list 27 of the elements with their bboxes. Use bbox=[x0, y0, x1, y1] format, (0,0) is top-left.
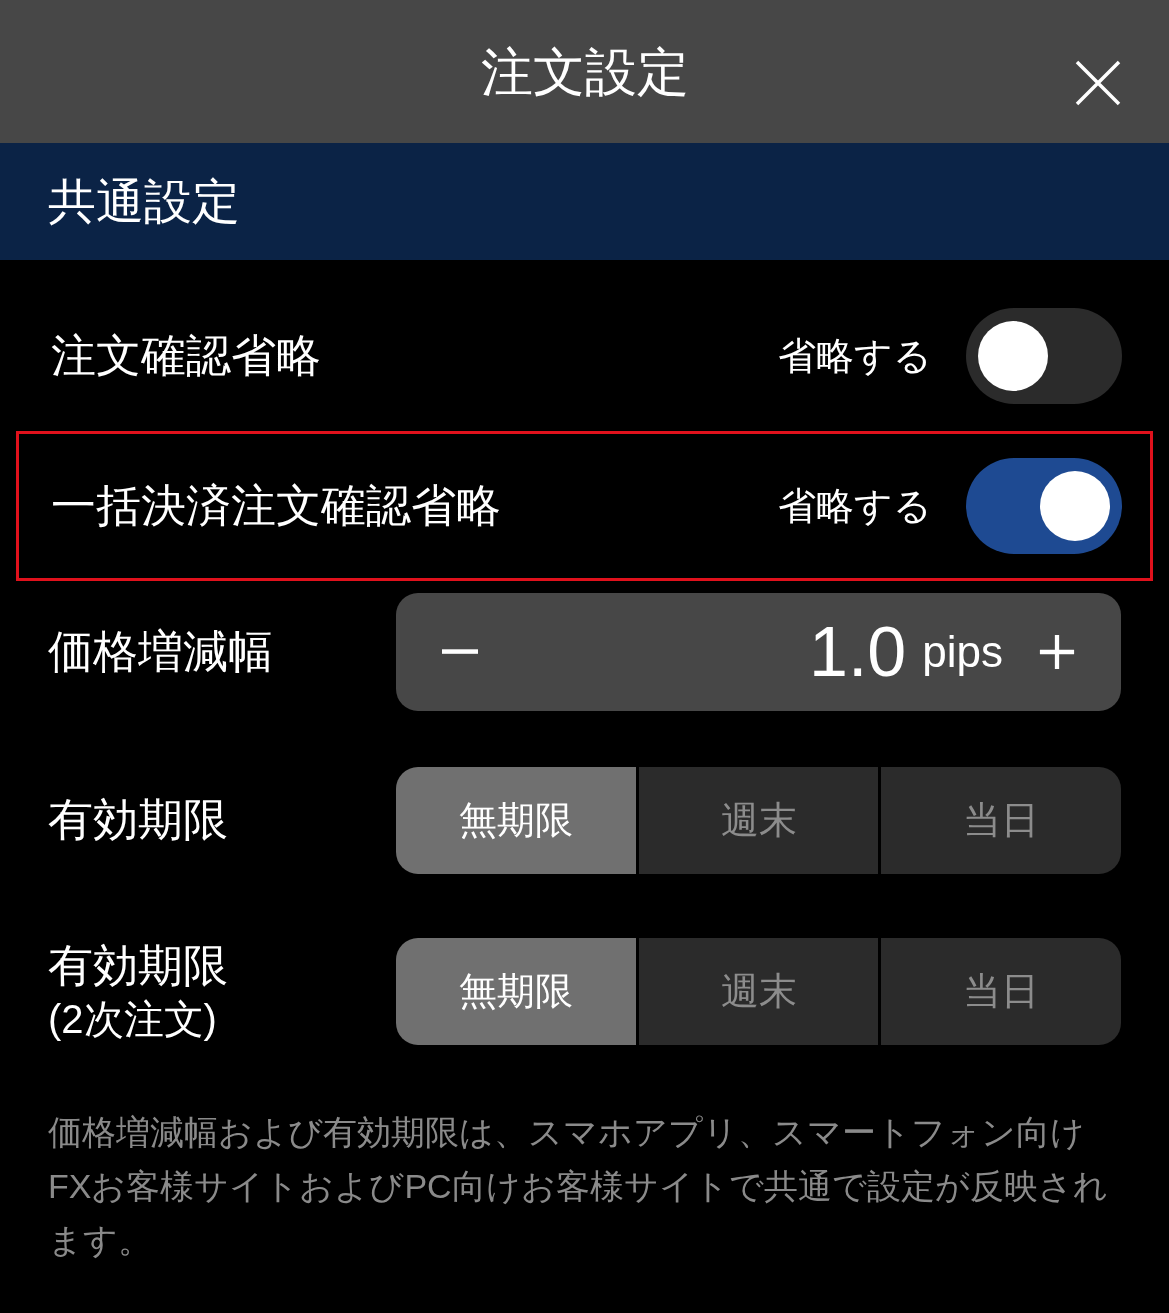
plus-button[interactable] bbox=[1037, 632, 1077, 672]
segment-option[interactable]: 週末 bbox=[638, 937, 879, 1045]
toggle-state-label: 省略する bbox=[778, 333, 932, 379]
window-title: 注文設定 bbox=[480, 41, 689, 103]
setting-sublabel: (2次注文) bbox=[48, 996, 218, 1044]
setting-label: 有効期限 bbox=[48, 792, 229, 847]
unit-label: pips bbox=[922, 626, 1003, 678]
close-icon bbox=[1075, 60, 1121, 106]
section-title: 共通設定 bbox=[48, 173, 240, 230]
minus-icon bbox=[442, 649, 478, 655]
toggle-state-label: 省略する bbox=[778, 483, 932, 529]
setting-label: 有効期限 bbox=[48, 938, 229, 993]
setting-label: 一括決済注文確認省略 bbox=[51, 479, 502, 534]
note-text: 価格増減幅および有効期限は、スマホアプリ、スマートフォン向けFXお客様サイトおよびPC向けお客様サイトで共通で設定が反映されます。 bbox=[47, 1112, 1109, 1261]
setting-label: 注文確認省略 bbox=[51, 329, 322, 384]
close-button[interactable] bbox=[1075, 60, 1121, 106]
segment-option[interactable]: 当日 bbox=[881, 937, 1121, 1045]
stepper-value: 1.0 bbox=[807, 611, 907, 693]
segment-option[interactable]: 当日 bbox=[881, 766, 1121, 874]
setting-label: 価格増減幅 bbox=[48, 625, 274, 680]
segment-option[interactable]: 週末 bbox=[638, 766, 879, 874]
toggle-knob bbox=[1040, 471, 1110, 541]
segment-option[interactable]: 無期限 bbox=[396, 766, 636, 874]
stepper-field[interactable]: 1.0 pips bbox=[396, 593, 1121, 711]
plus-icon bbox=[1038, 633, 1076, 671]
toggle-knob bbox=[978, 321, 1048, 391]
segment-option[interactable]: 無期限 bbox=[396, 937, 636, 1045]
